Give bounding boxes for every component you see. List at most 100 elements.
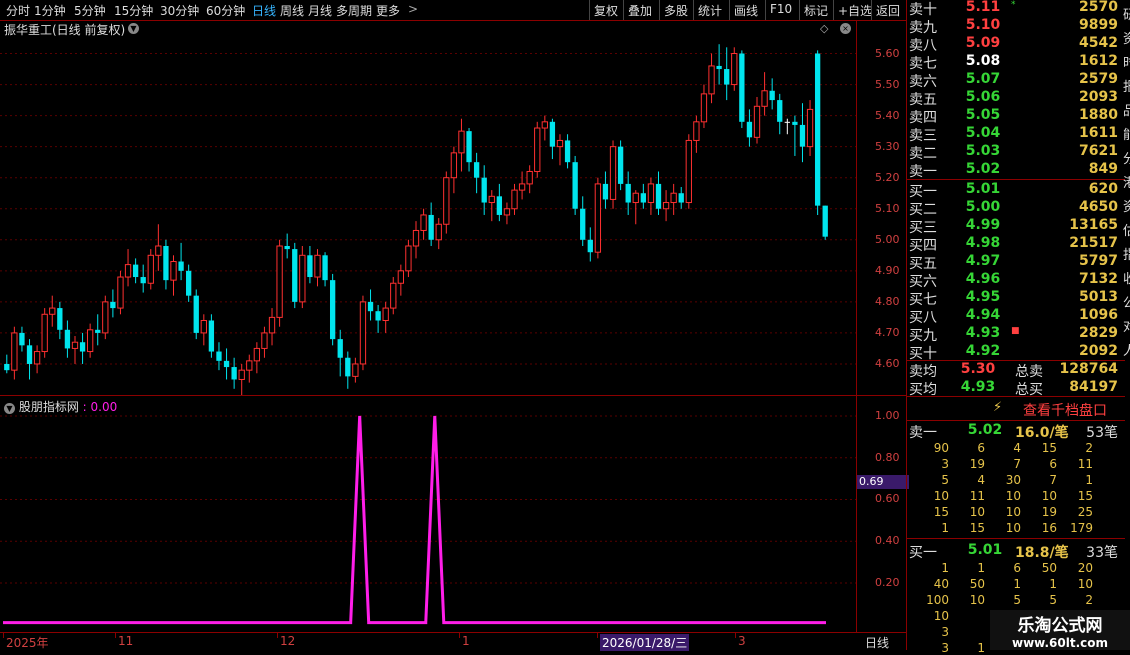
- period-tab-3[interactable]: 15分钟: [114, 2, 153, 19]
- candle[interactable]: [124, 249, 132, 287]
- period-tab-7[interactable]: 周线: [280, 2, 304, 19]
- candle[interactable]: [41, 308, 48, 358]
- candle[interactable]: [784, 118, 790, 135]
- candle[interactable]: [405, 239, 412, 278]
- candle[interactable]: [307, 245, 313, 284]
- candle[interactable]: [503, 202, 511, 225]
- indicator-chart[interactable]: [0, 410, 856, 632]
- candle[interactable]: [231, 357, 237, 389]
- candle[interactable]: [352, 357, 359, 383]
- candle[interactable]: [345, 351, 351, 389]
- tool-button-5[interactable]: F10: [770, 2, 792, 16]
- candle[interactable]: [11, 326, 18, 380]
- candle[interactable]: [632, 190, 639, 225]
- lightning-icon[interactable]: ⚡: [993, 400, 1002, 415]
- candle[interactable]: [79, 332, 86, 364]
- candle[interactable]: [609, 140, 617, 209]
- candle[interactable]: [792, 115, 798, 156]
- period-tab-6[interactable]: 日线: [252, 2, 276, 19]
- candle[interactable]: [458, 118, 465, 172]
- tool-button-4[interactable]: 画线: [734, 2, 758, 19]
- candle[interactable]: [534, 121, 541, 178]
- candle[interactable]: [253, 342, 261, 374]
- candle[interactable]: [397, 264, 404, 296]
- candle[interactable]: [724, 47, 730, 101]
- candle[interactable]: [19, 326, 25, 352]
- candle[interactable]: [739, 50, 745, 129]
- candle[interactable]: [473, 152, 480, 194]
- candle[interactable]: [488, 190, 495, 222]
- candle[interactable]: [367, 289, 374, 321]
- tool-button-0[interactable]: 复权: [594, 2, 618, 19]
- candle[interactable]: [268, 308, 276, 346]
- chevron-down-icon[interactable]: ▼: [128, 23, 139, 34]
- candle[interactable]: [390, 277, 397, 315]
- tool-button-8[interactable]: 返回: [876, 2, 900, 19]
- candle[interactable]: [549, 118, 556, 160]
- period-tab-4[interactable]: 30分钟: [160, 2, 199, 19]
- candle[interactable]: [382, 301, 389, 333]
- candle[interactable]: [670, 183, 677, 215]
- candle[interactable]: [481, 165, 487, 215]
- candle[interactable]: [496, 183, 503, 222]
- period-tab-10[interactable]: 更多: [376, 2, 400, 19]
- candle[interactable]: [49, 295, 56, 327]
- period-tab-0[interactable]: 分时: [6, 2, 30, 19]
- candle[interactable]: [110, 289, 116, 318]
- candle[interactable]: [102, 295, 109, 340]
- period-tab-8[interactable]: 月线: [308, 2, 332, 19]
- candle[interactable]: [140, 264, 146, 293]
- candle[interactable]: [580, 196, 586, 246]
- candle[interactable]: [147, 249, 154, 290]
- candle[interactable]: [299, 245, 306, 309]
- candle[interactable]: [359, 295, 367, 371]
- candle[interactable]: [602, 171, 609, 209]
- period-tab-5[interactable]: 60分钟: [206, 2, 245, 19]
- candle[interactable]: [518, 171, 526, 200]
- candle[interactable]: [170, 255, 177, 296]
- candle[interactable]: [200, 314, 207, 346]
- candle[interactable]: [594, 177, 602, 259]
- candle[interactable]: [814, 50, 821, 215]
- candle[interactable]: [617, 140, 624, 191]
- tool-button-2[interactable]: 多股: [664, 2, 688, 19]
- candle[interactable]: [155, 224, 162, 271]
- candle[interactable]: [647, 177, 655, 215]
- candlestick-chart[interactable]: [0, 38, 856, 395]
- candle[interactable]: [753, 96, 761, 144]
- candle[interactable]: [26, 339, 33, 380]
- candle[interactable]: [329, 273, 336, 346]
- candle[interactable]: [769, 78, 775, 110]
- candle[interactable]: [466, 128, 472, 172]
- candle[interactable]: [208, 314, 215, 358]
- period-tab-2[interactable]: 5分钟: [74, 2, 106, 19]
- chevron-right-icon[interactable]: >: [408, 2, 418, 16]
- candle[interactable]: [435, 218, 442, 250]
- candle[interactable]: [761, 72, 768, 116]
- candle[interactable]: [86, 323, 94, 358]
- candle[interactable]: [322, 252, 328, 287]
- candle[interactable]: [71, 336, 79, 364]
- depth-link[interactable]: 查看千档盘口: [1023, 400, 1107, 420]
- candle[interactable]: [375, 304, 381, 333]
- candle[interactable]: [117, 270, 124, 315]
- candle[interactable]: [284, 233, 290, 259]
- candle[interactable]: [238, 363, 245, 395]
- candle[interactable]: [132, 258, 139, 284]
- candle[interactable]: [806, 100, 814, 156]
- candle[interactable]: [186, 264, 192, 302]
- candle[interactable]: [246, 354, 253, 383]
- candle[interactable]: [822, 205, 828, 240]
- candle[interactable]: [572, 155, 578, 215]
- candle[interactable]: [708, 53, 715, 104]
- candle[interactable]: [223, 348, 230, 380]
- candle[interactable]: [731, 47, 738, 91]
- candle[interactable]: [337, 329, 343, 377]
- candle[interactable]: [662, 190, 670, 222]
- candle[interactable]: [412, 221, 420, 259]
- candle[interactable]: [95, 314, 101, 346]
- candle[interactable]: [4, 354, 10, 374]
- candle[interactable]: [526, 165, 533, 194]
- candle[interactable]: [716, 44, 722, 85]
- candle[interactable]: [216, 342, 222, 371]
